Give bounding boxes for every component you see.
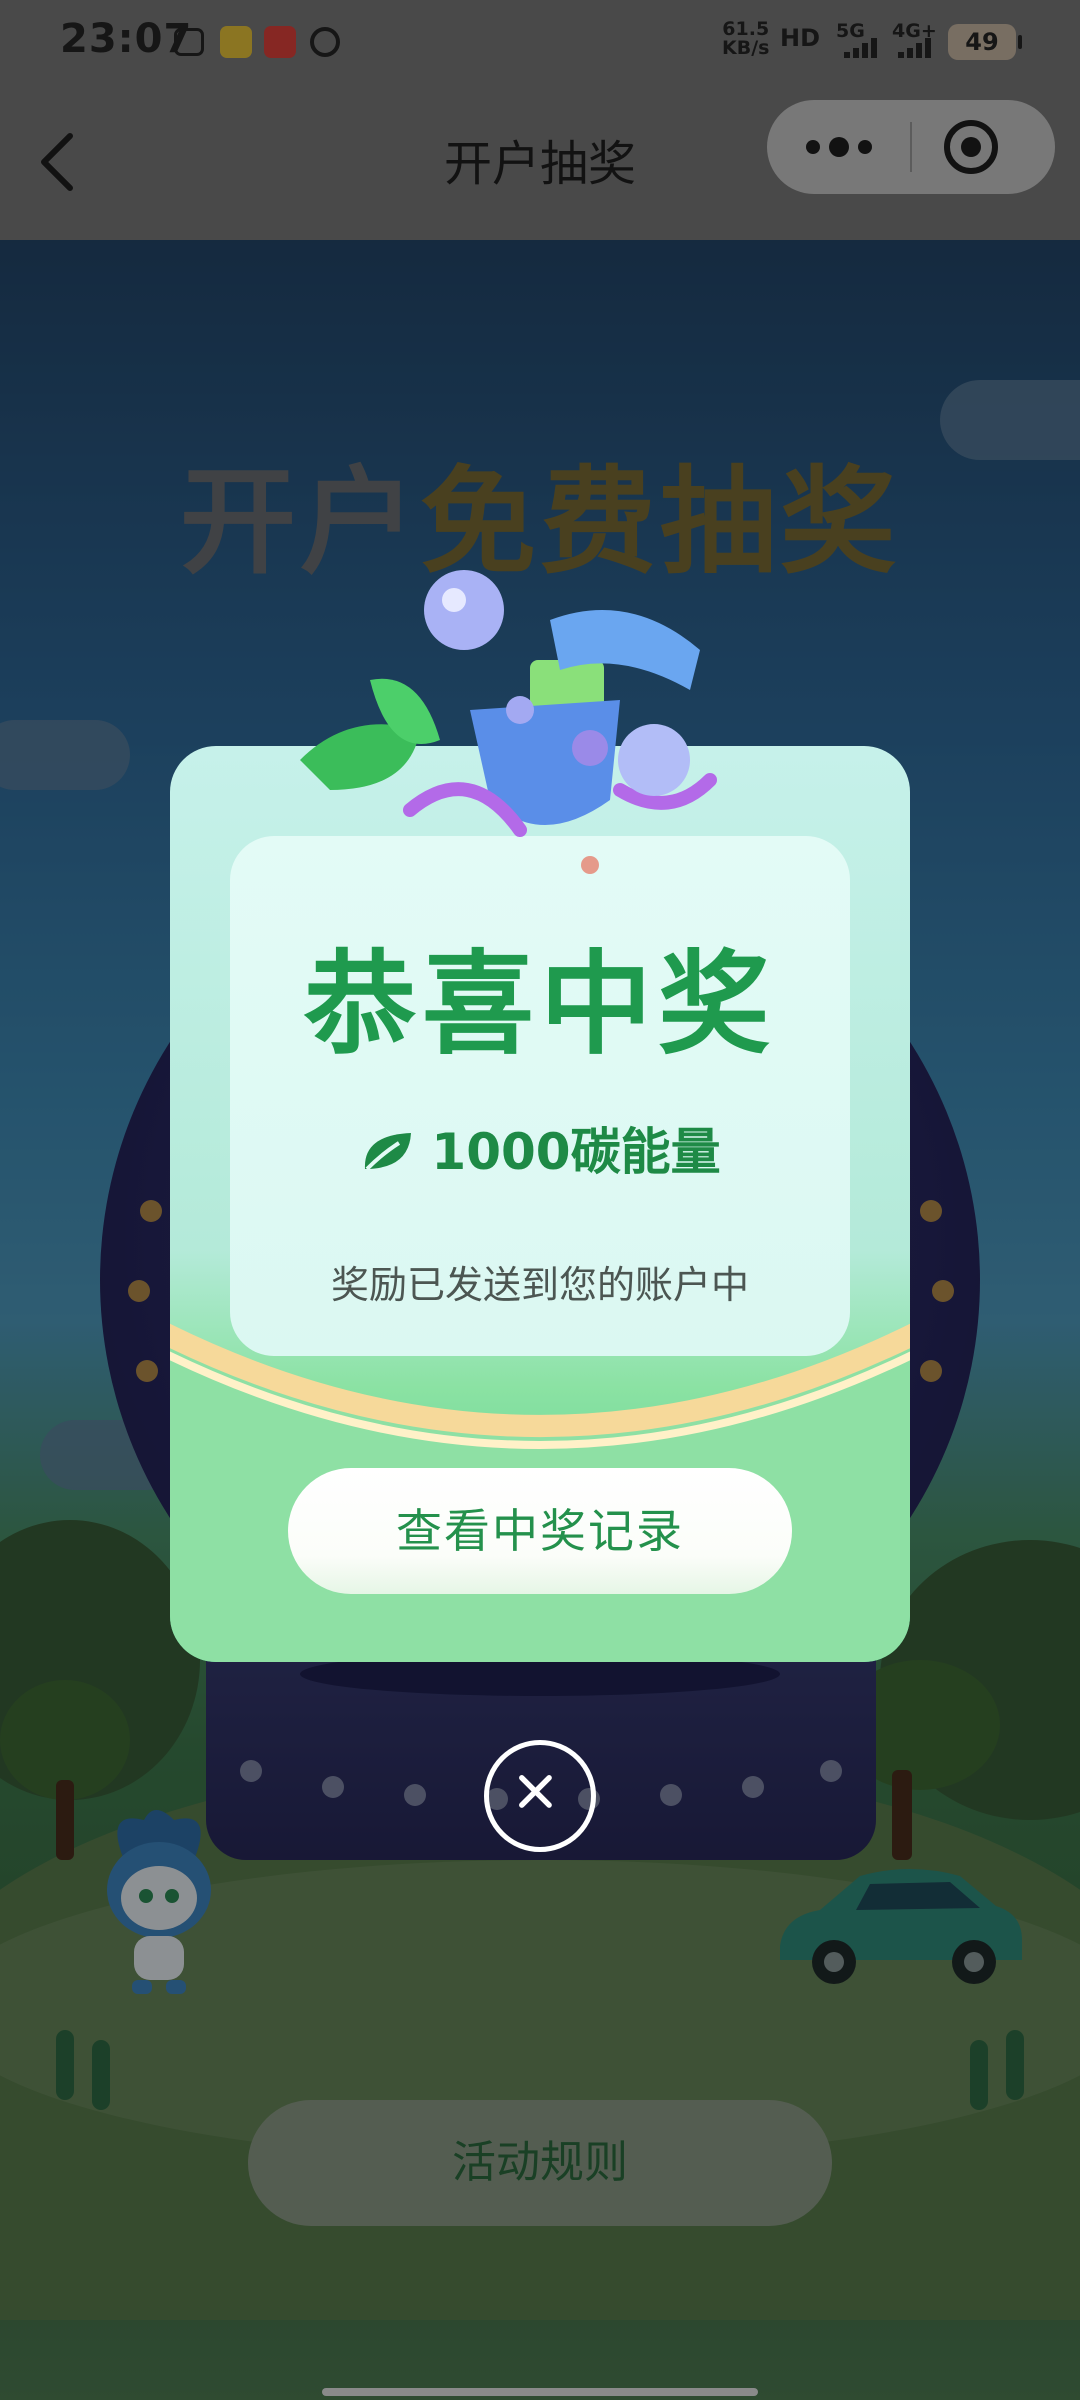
prize-modal: 恭喜中奖 1000碳能量 奖励已发送到您的账户中 查看中奖记录 [170,746,910,1662]
prize-amount: 1000碳能量 [170,1112,910,1184]
congratulations-title: 恭喜中奖 [304,940,776,1070]
leaf-icon [365,1133,412,1171]
view-prize-records-button[interactable]: 查看中奖记录 [288,1468,792,1594]
prize-sent-message: 奖励已发送到您的账户中 [330,1263,749,1307]
home-indicator[interactable] [322,2388,758,2396]
prize-label: 1000碳能量 [431,1123,721,1181]
close-modal-button[interactable] [484,1740,596,1852]
close-icon [519,1775,552,1808]
gift-box-icon [300,570,717,874]
